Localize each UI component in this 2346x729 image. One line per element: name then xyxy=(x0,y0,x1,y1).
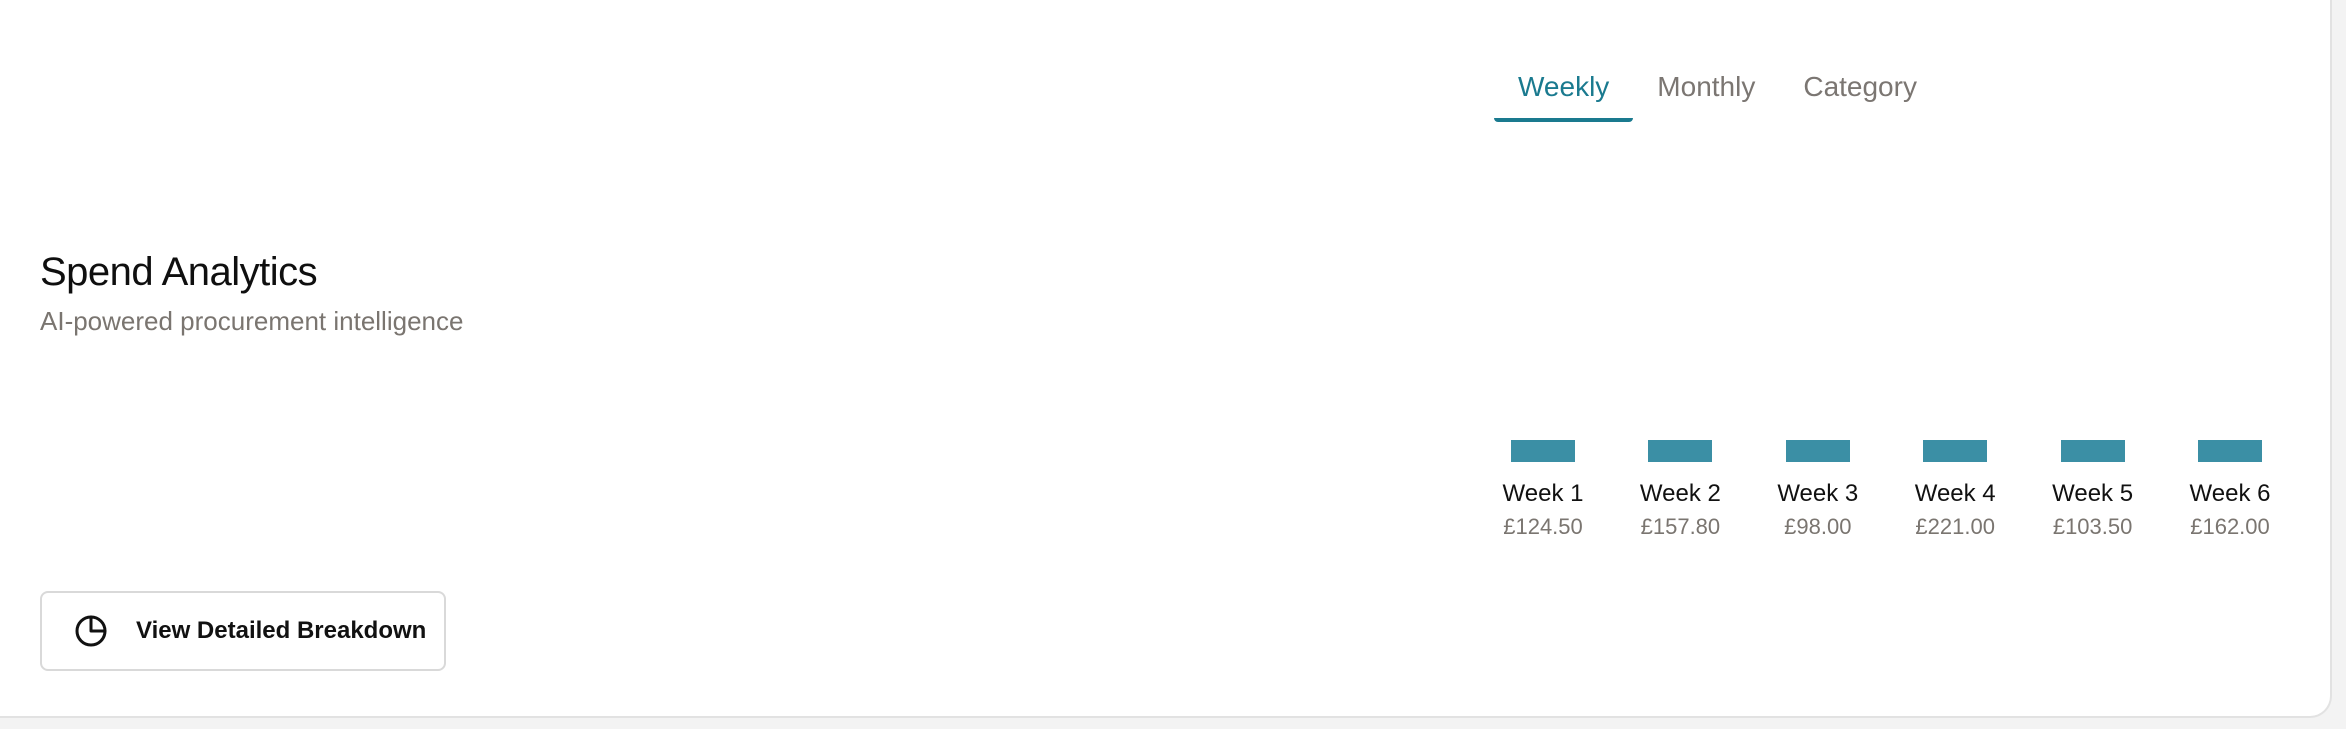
bar-value-label: £157.80 xyxy=(1640,514,1721,539)
chart-bar xyxy=(1923,440,1988,462)
bar-category-label: Week 4 xyxy=(1914,480,1996,507)
weekly-spend-chart: Week 1 £124.50 Week 2 £157.80 Week 3 £98.00 We… xyxy=(1494,440,2280,550)
bar-value-label: £162.00 xyxy=(2190,514,2270,539)
bar-group[interactable]: Week 4 £221.00 xyxy=(1900,440,2010,540)
pie-chart-icon xyxy=(74,614,108,648)
chart-bar xyxy=(2198,440,2262,462)
bar-value-label: £221.00 xyxy=(1915,514,1995,539)
bar-category-label: Week 2 xyxy=(1639,480,1721,507)
bar-group[interactable]: Week 2 £157.80 xyxy=(1625,440,1735,540)
bar-group[interactable]: Week 5 £103.50 xyxy=(2038,440,2148,540)
chart-bar xyxy=(2060,440,2125,462)
period-tabs: Weekly Monthly Category xyxy=(1494,56,1941,122)
bar-category-label: Week 5 xyxy=(2052,480,2134,507)
view-detailed-breakdown-button[interactable]: View Detailed Breakdown xyxy=(40,591,446,671)
bar-value-label: £103.50 xyxy=(2052,514,2133,539)
chart-bar xyxy=(1785,440,1850,462)
bar-group[interactable]: Week 3 £98.00 xyxy=(1763,440,1873,540)
tab-monthly[interactable]: Monthly xyxy=(1633,56,1779,118)
bar-group[interactable]: Week 6 £162.00 xyxy=(2175,440,2285,540)
tab-category[interactable]: Category xyxy=(1779,56,1941,118)
chart-bar xyxy=(1648,440,1713,462)
page-subtitle: AI-powered procurement intelligence xyxy=(40,306,464,336)
detail-button-label: View Detailed Breakdown xyxy=(136,617,427,644)
tab-weekly[interactable]: Weekly xyxy=(1494,56,1634,122)
bar-value-label: £98.00 xyxy=(1784,514,1852,539)
spend-analytics-card: Weekly Monthly Category Spend Analytics … xyxy=(0,0,2332,718)
chart-bar xyxy=(1511,440,1575,462)
bar-group[interactable]: Week 1 £124.50 xyxy=(1488,440,1598,540)
bar-category-label: Week 3 xyxy=(1777,480,1859,507)
page-title: Spend Analytics xyxy=(40,250,318,294)
bar-category-label: Week 6 xyxy=(2189,480,2271,507)
bar-category-label: Week 1 xyxy=(1502,480,1584,507)
bar-value-label: £124.50 xyxy=(1503,514,1583,539)
